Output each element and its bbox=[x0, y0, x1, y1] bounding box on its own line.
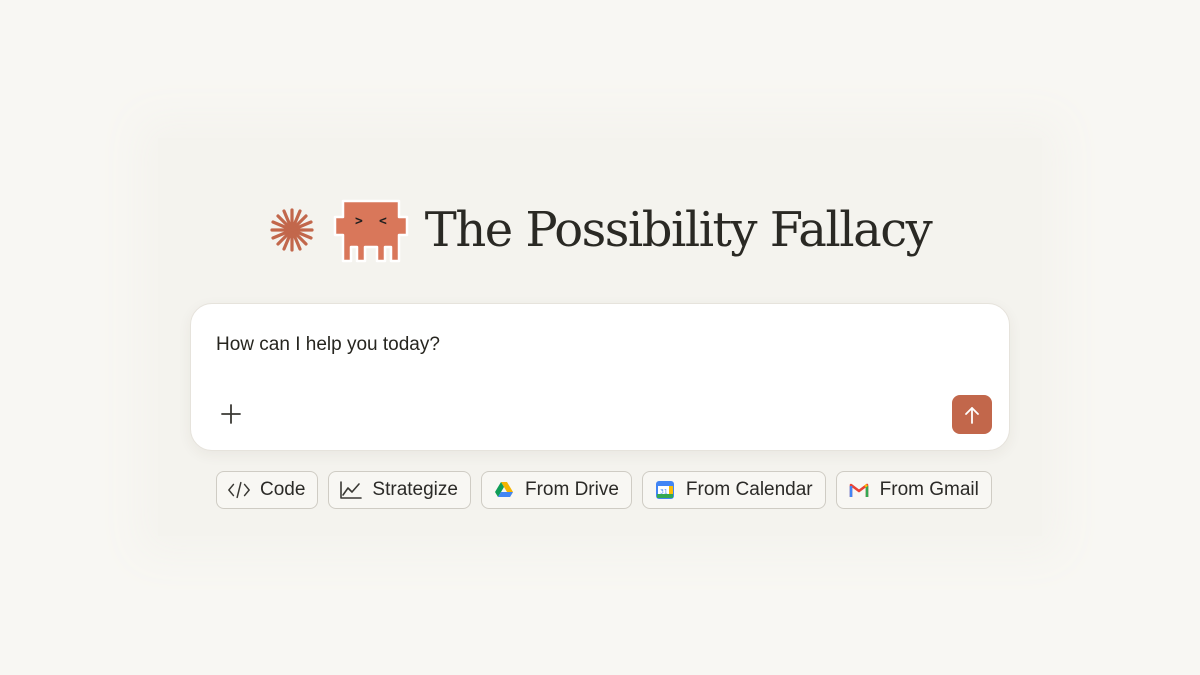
chip-label: Code bbox=[260, 479, 306, 500]
mascot-right-eye: < bbox=[379, 214, 387, 229]
page-title: The Possibility Fallacy bbox=[424, 202, 933, 258]
strategize-chip[interactable]: Strategize bbox=[328, 471, 471, 509]
from-gmail-chip[interactable]: From Gmail bbox=[835, 471, 992, 509]
svg-text:31: 31 bbox=[660, 489, 668, 496]
google-calendar-icon: 31 bbox=[655, 481, 674, 499]
chip-label: From Drive bbox=[524, 479, 619, 500]
code-chip[interactable]: Code bbox=[216, 471, 319, 509]
plus-icon bbox=[221, 404, 241, 424]
from-calendar-chip[interactable]: 31 From Calendar bbox=[641, 471, 826, 509]
mascot-icon: > < bbox=[333, 199, 409, 263]
from-drive-chip[interactable]: From Drive bbox=[480, 471, 632, 509]
chat-composer[interactable]: How can I help you today? bbox=[190, 303, 1010, 451]
prompt-input[interactable]: How can I help you today? bbox=[216, 334, 440, 356]
asterisk-logo-icon bbox=[270, 208, 314, 252]
add-attachment-button[interactable] bbox=[219, 402, 243, 426]
google-drive-icon bbox=[494, 482, 513, 497]
chip-label: From Calendar bbox=[685, 479, 813, 500]
send-button[interactable] bbox=[952, 395, 992, 434]
gmail-icon bbox=[849, 483, 868, 497]
mascot-left-eye: > bbox=[355, 214, 363, 229]
line-chart-icon bbox=[340, 481, 363, 499]
chip-label: From Gmail bbox=[879, 479, 979, 500]
header: > < The Possibility Fallacy bbox=[0, 195, 1200, 265]
suggestion-chips: Code Strategize From Drive 31 From Calen… bbox=[216, 471, 992, 511]
arrow-up-icon bbox=[965, 406, 979, 424]
chip-label: Strategize bbox=[372, 479, 458, 500]
code-icon bbox=[228, 481, 250, 499]
